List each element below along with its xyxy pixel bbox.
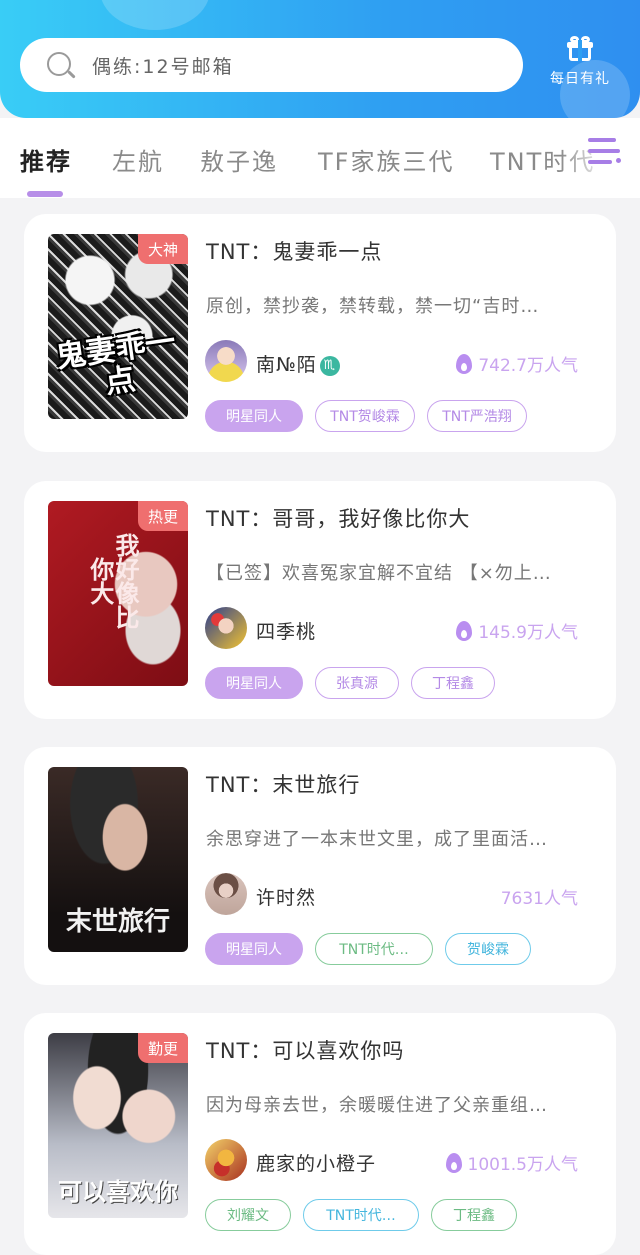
cover-badge: 热更 <box>138 501 188 531</box>
active-tab-indicator <box>27 191 63 197</box>
popularity-value: 7631人气 <box>500 889 578 909</box>
popularity-value: 1001.5万人气 <box>467 1155 578 1175</box>
tag-list: 明星同人 TNT时代… 贺峻霖 <box>205 933 531 965</box>
book-cover[interactable]: 可以喜欢你 勤更 <box>48 1033 188 1218</box>
cover-title: 我好像比你大 <box>85 533 140 629</box>
search-bar[interactable]: 偶练:12号邮箱 <box>20 38 523 92</box>
author-name[interactable]: 许时然 <box>256 883 316 910</box>
book-card[interactable]: 我好像比你大 热更 TNT：哥哥，我好像比你大 【已签】欢喜冤家宜解不宜结 【×… <box>24 481 616 719</box>
avatar[interactable] <box>205 873 247 915</box>
author-name[interactable]: 鹿家的小橙子 <box>256 1149 376 1176</box>
book-desc: 原创，禁抄袭，禁转载，禁一切“吉时… <box>206 296 540 317</box>
cover-title: 末世旅行 <box>65 906 170 937</box>
zodiac-badge-icon: ♏ <box>319 355 340 376</box>
tag[interactable]: TNT时代… <box>315 933 433 965</box>
menu-icon[interactable] <box>588 136 622 170</box>
search-icon <box>44 49 76 81</box>
book-cover[interactable]: 我好像比你大 热更 <box>48 501 188 686</box>
book-title[interactable]: TNT：末世旅行 <box>206 769 360 799</box>
tag[interactable]: 明星同人 <box>205 400 303 432</box>
popularity: 742.7万人气 <box>456 351 578 376</box>
tag[interactable]: TNT严浩翔 <box>427 400 527 432</box>
tag[interactable]: 明星同人 <box>205 933 303 965</box>
tag-list: 明星同人 TNT贺峻霖 TNT严浩翔 <box>205 400 527 432</box>
tag[interactable]: 刘耀文 <box>205 1199 291 1231</box>
top-header: 偶练:12号邮箱 每日有礼 <box>0 0 640 118</box>
book-title[interactable]: TNT：鬼妻乖一点 <box>206 236 382 266</box>
daily-gift-button[interactable]: 每日有礼 <box>540 36 620 96</box>
tag[interactable]: 丁程鑫 <box>411 667 495 699</box>
search-placeholder: 偶练:12号邮箱 <box>92 55 234 78</box>
gift-icon <box>567 36 593 62</box>
book-cover[interactable]: 鬼妻乖一点 大神 <box>48 234 188 419</box>
author-name[interactable]: 南№陌 ♏ <box>256 350 340 377</box>
book-card[interactable]: 末世旅行 TNT：末世旅行 余思穿进了一本末世文里，成了里面活… 许时然 763… <box>24 747 616 985</box>
popularity: 1001.5万人气 <box>445 1150 578 1175</box>
author-name[interactable]: 四季桃 <box>256 617 316 644</box>
book-title[interactable]: TNT：可以喜欢你吗 <box>206 1035 404 1065</box>
book-card[interactable]: 鬼妻乖一点 大神 TNT：鬼妻乖一点 原创，禁抄袭，禁转载，禁一切“吉时… 南№… <box>24 214 616 452</box>
tag[interactable]: 明星同人 <box>205 667 303 699</box>
popularity-value: 145.9万人气 <box>478 623 578 643</box>
book-card[interactable]: 可以喜欢你 勤更 TNT：可以喜欢你吗 因为母亲去世，余暖暖住进了父亲重组… 鹿… <box>24 1013 616 1255</box>
book-cover[interactable]: 末世旅行 <box>48 767 188 952</box>
tab-aoziyi[interactable]: 敖子逸 <box>200 142 278 177</box>
book-desc: 【已签】欢喜冤家宜解不宜结 【×勿上… <box>206 563 552 584</box>
tag[interactable]: 贺峻霖 <box>445 933 531 965</box>
book-title[interactable]: TNT：哥哥，我好像比你大 <box>206 503 470 533</box>
author-name-text: 南№陌 <box>256 354 317 376</box>
tab-recommend[interactable]: 推荐 <box>20 142 72 177</box>
tab-tf-family[interactable]: TF家族三代 <box>318 142 454 177</box>
cover-title: 可以喜欢你 <box>58 1176 178 1206</box>
avatar[interactable] <box>205 340 247 382</box>
tag[interactable]: TNT贺峻霖 <box>315 400 415 432</box>
book-desc: 余思穿进了一本末世文里，成了里面活… <box>206 829 548 850</box>
avatar[interactable] <box>205 607 247 649</box>
popularity-value: 742.7万人气 <box>478 356 578 376</box>
category-tabs: 推荐 左航 敖子逸 TF家族三代 TNT时代 <box>0 118 640 198</box>
flame-icon <box>456 353 473 374</box>
popularity: 145.9万人气 <box>456 618 578 643</box>
tag[interactable]: 张真源 <box>315 667 399 699</box>
tab-zuohang[interactable]: 左航 <box>112 142 164 177</box>
flame-icon <box>456 620 473 641</box>
popularity: 7631人气 <box>501 884 578 909</box>
cover-title: 鬼妻乖一点 <box>53 323 178 401</box>
cover-badge: 大神 <box>138 234 188 264</box>
tag-list: 明星同人 张真源 丁程鑫 <box>205 667 495 699</box>
cover-badge: 勤更 <box>138 1033 188 1063</box>
flame-icon <box>445 1152 462 1173</box>
tag[interactable]: 丁程鑫 <box>431 1199 517 1231</box>
decor-bubble <box>100 0 210 30</box>
avatar[interactable] <box>205 1139 247 1181</box>
daily-gift-label: 每日有礼 <box>550 71 610 87</box>
book-desc: 因为母亲去世，余暖暖住进了父亲重组… <box>206 1095 548 1116</box>
tag-list: 刘耀文 TNT时代… 丁程鑫 <box>205 1199 517 1231</box>
tag[interactable]: TNT时代… <box>303 1199 419 1231</box>
